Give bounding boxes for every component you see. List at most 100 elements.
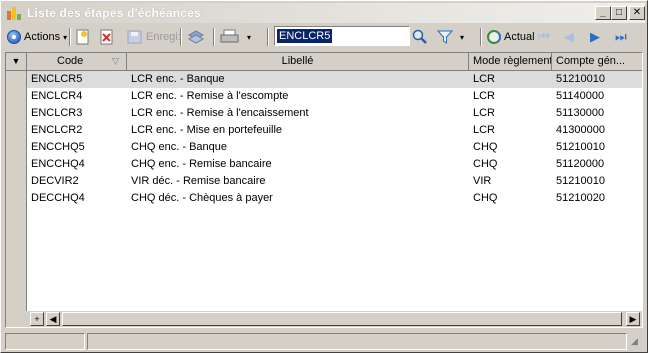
horizontal-scrollbar[interactable]: + ◀ ▶ [6, 311, 642, 327]
cell-code: DECVIR2 [31, 175, 79, 187]
column-header-libelle[interactable]: Libellé [127, 53, 469, 71]
table-row[interactable]: ENCLCR5 LCR enc. - Banque LCR 51210010 [27, 71, 642, 88]
filter-button[interactable]: ▾ [437, 27, 464, 47]
toolbar-separator [180, 28, 182, 46]
toolbar-separator [213, 28, 215, 46]
scroll-right-button[interactable]: ▶ [626, 312, 640, 326]
row-selector-header[interactable]: ▼ [6, 53, 27, 71]
cell-code: ENCCHQ5 [31, 141, 85, 153]
status-bar: ◢ [3, 332, 645, 351]
cell-compte: 51210010 [556, 175, 605, 187]
save-button[interactable]: Enregi: [127, 27, 181, 47]
table-row[interactable]: ENCCHQ5 CHQ enc. - Banque CHQ 51210010 [27, 139, 642, 156]
table-row[interactable]: ENCLCR3 LCR enc. - Remise à l'encaissemen… [27, 105, 642, 122]
row-selector-column[interactable] [6, 71, 27, 311]
cell-mode: LCR [473, 124, 496, 136]
cell-libelle: CHQ enc. - Remise bancaire [131, 158, 272, 170]
next-record-button[interactable]: ▶ [590, 27, 600, 47]
cell-compte: 51140000 [556, 90, 605, 102]
cell-compte: 51210010 [556, 141, 605, 153]
delete-icon [100, 29, 113, 45]
table-row[interactable]: DECVIR2 VIR déc. - Remise bancaire VIR 5121… [27, 173, 642, 190]
scroll-left-button[interactable]: ◀ [46, 312, 60, 326]
first-record-button[interactable]: ⏮ [538, 27, 550, 47]
status-pane [87, 333, 627, 350]
first-icon: ⏮ [538, 29, 550, 44]
cell-mode: VIR [473, 175, 492, 187]
cell-compte: 51120000 [556, 158, 605, 170]
table-row[interactable]: ENCCHQ4 CHQ enc. - Remise bancaire CHQ 5112… [27, 156, 642, 173]
sync-icon [187, 30, 205, 44]
toolbar-separator [480, 28, 482, 46]
refresh-button[interactable]: Actual [487, 27, 535, 47]
search-icon [412, 29, 427, 44]
status-pane [5, 333, 85, 350]
cell-libelle: CHQ enc. - Banque [131, 141, 227, 153]
cell-mode: CHQ [473, 192, 498, 204]
cell-libelle: LCR enc. - Remise à l'escompte [131, 90, 289, 102]
cell-code: ENCLCR5 [31, 73, 83, 85]
table-row[interactable]: DECCHQ4 CHQ déc. - Chèques à payer CHQ 5121… [27, 190, 642, 207]
close-button[interactable]: ✕ [629, 6, 645, 20]
column-header-mode[interactable]: Mode règlement [469, 53, 552, 71]
chevron-down-icon: ▾ [460, 32, 465, 42]
cell-compte: 51210020 [556, 192, 605, 204]
cell-mode: LCR [473, 73, 496, 85]
scrollbar-thumb[interactable] [62, 312, 622, 326]
delete-button[interactable] [100, 27, 114, 47]
cell-mode: CHQ [473, 158, 498, 170]
column-header-code[interactable]: Code ▽ [27, 53, 127, 71]
print-icon [220, 29, 239, 43]
toolbar: Actions ▾ Enregi: ▾ ENCLCR5 ▾ Actual ⏮ ◀… [3, 25, 645, 49]
new-button[interactable] [76, 27, 90, 47]
maximize-button[interactable]: □ [611, 6, 627, 20]
title-bar[interactable]: Liste des étapes d'échéances _ □ ✕ [3, 3, 645, 23]
column-header-compte[interactable]: Compte gén... [552, 53, 642, 71]
toolbar-separator [69, 28, 71, 46]
cell-code: ENCLCR4 [31, 90, 83, 102]
toolbar-separator [267, 28, 269, 46]
cell-libelle: LCR enc. - Mise en portefeuille [131, 124, 283, 136]
chevron-down-icon: ▾ [247, 32, 252, 42]
search-input-value: ENCLCR5 [277, 29, 333, 43]
cell-libelle: LCR enc. - Banque [131, 73, 225, 85]
save-icon [127, 30, 142, 44]
cell-libelle: VIR déc. - Remise bancaire [131, 175, 266, 187]
cell-libelle: LCR enc. - Remise à l'encaissement [131, 107, 309, 119]
minimize-button[interactable]: _ [595, 6, 611, 20]
main-window: Liste des étapes d'échéances _ □ ✕ Actio… [0, 0, 648, 353]
print-button[interactable]: ▾ [220, 27, 251, 47]
sort-desc-icon: ▽ [112, 56, 119, 66]
cell-code: ENCLCR3 [31, 107, 83, 119]
last-record-button[interactable]: ⏭ [615, 27, 627, 47]
prev-record-button[interactable]: ◀ [564, 27, 574, 47]
filter-icon [437, 30, 453, 44]
cell-code: DECCHQ4 [31, 192, 85, 204]
save-label: Enregi: [146, 31, 181, 43]
chevron-down-icon: ▾ [63, 32, 68, 42]
table-row[interactable]: ENCLCR2 LCR enc. - Mise en portefeuille LC… [27, 122, 642, 139]
window-title: Liste des étapes d'échéances [27, 6, 201, 20]
cell-mode: LCR [473, 90, 496, 102]
add-row-button[interactable]: + [30, 312, 44, 326]
table-row[interactable]: ENCLCR4 LCR enc. - Remise à l'escompte LCR… [27, 88, 642, 105]
refresh-icon [487, 30, 501, 44]
cell-mode: CHQ [473, 141, 498, 153]
cell-compte: 41300000 [556, 124, 605, 136]
sync-button[interactable] [187, 27, 205, 47]
data-grid: ▼ Code ▽ Libellé Mode règlement Compte g… [5, 52, 643, 328]
cell-mode: LCR [473, 107, 496, 119]
search-input[interactable]: ENCLCR5 [274, 26, 410, 46]
prev-icon: ◀ [564, 29, 574, 44]
cell-libelle: CHQ déc. - Chèques à payer [131, 192, 273, 204]
cell-compte: 51130000 [556, 107, 605, 119]
actions-button[interactable]: Actions ▾ [7, 27, 67, 47]
actions-label: Actions [24, 31, 61, 43]
new-icon [76, 29, 89, 45]
resize-grip-icon[interactable]: ◢ [631, 336, 643, 348]
actions-icon [7, 30, 21, 44]
next-icon: ▶ [590, 29, 600, 44]
search-button[interactable] [412, 27, 428, 47]
cell-code: ENCLCR2 [31, 124, 83, 136]
cell-code: ENCCHQ4 [31, 158, 85, 170]
